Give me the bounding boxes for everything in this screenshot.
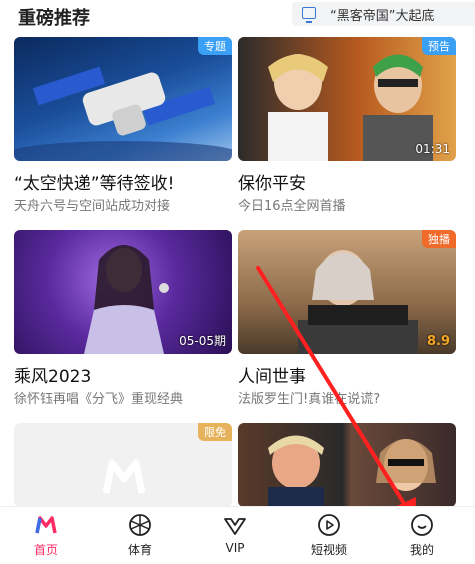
- bottom-tab-bar: 首页 体育 VIP 短视频 我的: [0, 506, 475, 564]
- tab-label: VIP: [225, 541, 245, 555]
- sports-ball-icon: [129, 514, 151, 536]
- vip-crown-icon: [224, 518, 246, 535]
- tab-short-video[interactable]: 短视频: [289, 507, 369, 564]
- tab-sports[interactable]: 体育: [100, 507, 180, 564]
- tab-label: 体育: [127, 543, 152, 557]
- home-logo-icon: [35, 516, 57, 534]
- profile-icon: [411, 514, 433, 536]
- tab-vip[interactable]: VIP: [195, 507, 275, 564]
- tab-label: 我的: [409, 543, 434, 557]
- short-video-play-icon: [318, 514, 340, 536]
- tab-label: 首页: [33, 543, 58, 557]
- red-arrow-annotation: [256, 266, 416, 526]
- tab-profile[interactable]: 我的: [382, 507, 462, 564]
- tab-label: 短视频: [310, 543, 347, 557]
- tab-home[interactable]: 首页: [6, 507, 86, 564]
